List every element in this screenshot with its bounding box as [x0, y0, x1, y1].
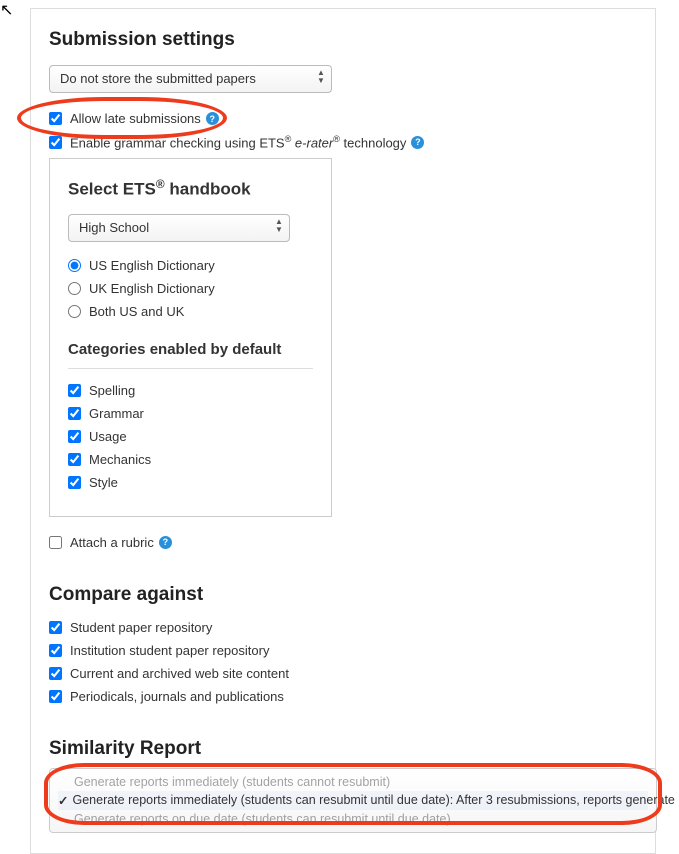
handbook-title: Select ETS® handbook — [68, 177, 313, 200]
cmp-inst-label: Institution student paper repository — [70, 643, 269, 658]
settings-panel: Submission settings Do not store the sub… — [30, 8, 656, 854]
dict-us-radio[interactable] — [68, 259, 81, 272]
allow-late-row: Allow late submissions ? — [49, 111, 637, 126]
dict-us-row: US English Dictionary — [68, 258, 313, 273]
divider — [68, 368, 313, 369]
cat-grammar-label: Grammar — [89, 406, 144, 421]
dict-us-label: US English Dictionary — [89, 258, 215, 273]
cmp-student-label: Student paper repository — [70, 620, 212, 635]
dict-uk-radio[interactable] — [68, 282, 81, 295]
cat-grammar-checkbox[interactable] — [68, 407, 81, 420]
submission-settings-title: Submission settings — [49, 29, 637, 51]
grammar-row: Enable grammar checking using ETS® e-rat… — [49, 134, 637, 150]
dict-both-row: Both US and UK — [68, 304, 313, 319]
select-arrows-icon: ▲▼ — [316, 69, 326, 85]
help-icon[interactable]: ? — [411, 136, 424, 149]
grammar-label: Enable grammar checking using ETS® e-rat… — [70, 134, 406, 150]
cat-style-checkbox[interactable] — [68, 476, 81, 489]
select-arrows-icon: ▲▼ — [274, 218, 284, 234]
attach-rubric-checkbox[interactable] — [49, 536, 62, 549]
check-icon: ✓ — [58, 793, 68, 808]
storage-select-value: Do not store the submitted papers — [60, 71, 256, 86]
dict-uk-label: UK English Dictionary — [89, 281, 215, 296]
attach-rubric-label: Attach a rubric — [70, 535, 154, 550]
attach-rubric-row: Attach a rubric ? — [49, 535, 637, 550]
help-icon[interactable]: ? — [206, 112, 219, 125]
cursor-icon: ↖ — [0, 0, 13, 20]
handbook-select-value: High School — [79, 220, 149, 235]
cmp-inst-checkbox[interactable] — [49, 644, 62, 657]
dict-uk-row: UK English Dictionary — [68, 281, 313, 296]
cmp-web-label: Current and archived web site content — [70, 666, 289, 681]
ets-subpanel: Select ETS® handbook High School ▲▼ US E… — [49, 158, 332, 517]
cat-spelling-checkbox[interactable] — [68, 384, 81, 397]
cat-mechanics-label: Mechanics — [89, 452, 151, 467]
allow-late-label: Allow late submissions — [70, 111, 201, 126]
cat-mechanics-checkbox[interactable] — [68, 453, 81, 466]
cmp-web-checkbox[interactable] — [49, 667, 62, 680]
cat-spelling-label: Spelling — [89, 383, 135, 398]
sim-option-2[interactable]: ✓ Generate reports immediately (students… — [58, 791, 648, 810]
similarity-report-title: Similarity Report — [49, 738, 637, 760]
dict-both-label: Both US and UK — [89, 304, 184, 319]
similarity-options-box[interactable]: Generate reports immediately (students c… — [49, 768, 657, 833]
sim-option-3[interactable]: Generate reports on due date (students c… — [58, 810, 648, 828]
handbook-select[interactable]: High School ▲▼ — [68, 214, 290, 242]
dict-both-radio[interactable] — [68, 305, 81, 318]
sim-option-1-label: Generate reports immediately (students c… — [74, 775, 390, 789]
cat-usage-checkbox[interactable] — [68, 430, 81, 443]
sim-option-2-label: Generate reports immediately (students c… — [72, 793, 679, 807]
sim-option-1[interactable]: Generate reports immediately (students c… — [58, 773, 648, 791]
cmp-journals-label: Periodicals, journals and publications — [70, 689, 284, 704]
grammar-checkbox[interactable] — [49, 136, 62, 149]
cat-style-label: Style — [89, 475, 118, 490]
cmp-journals-checkbox[interactable] — [49, 690, 62, 703]
categories-title: Categories enabled by default — [68, 341, 313, 358]
allow-late-checkbox[interactable] — [49, 112, 62, 125]
help-icon[interactable]: ? — [159, 536, 172, 549]
storage-select[interactable]: Do not store the submitted papers ▲▼ — [49, 65, 332, 93]
compare-against-title: Compare against — [49, 584, 637, 606]
sim-option-3-label: Generate reports on due date (students c… — [74, 812, 451, 826]
cmp-student-checkbox[interactable] — [49, 621, 62, 634]
cat-usage-label: Usage — [89, 429, 127, 444]
